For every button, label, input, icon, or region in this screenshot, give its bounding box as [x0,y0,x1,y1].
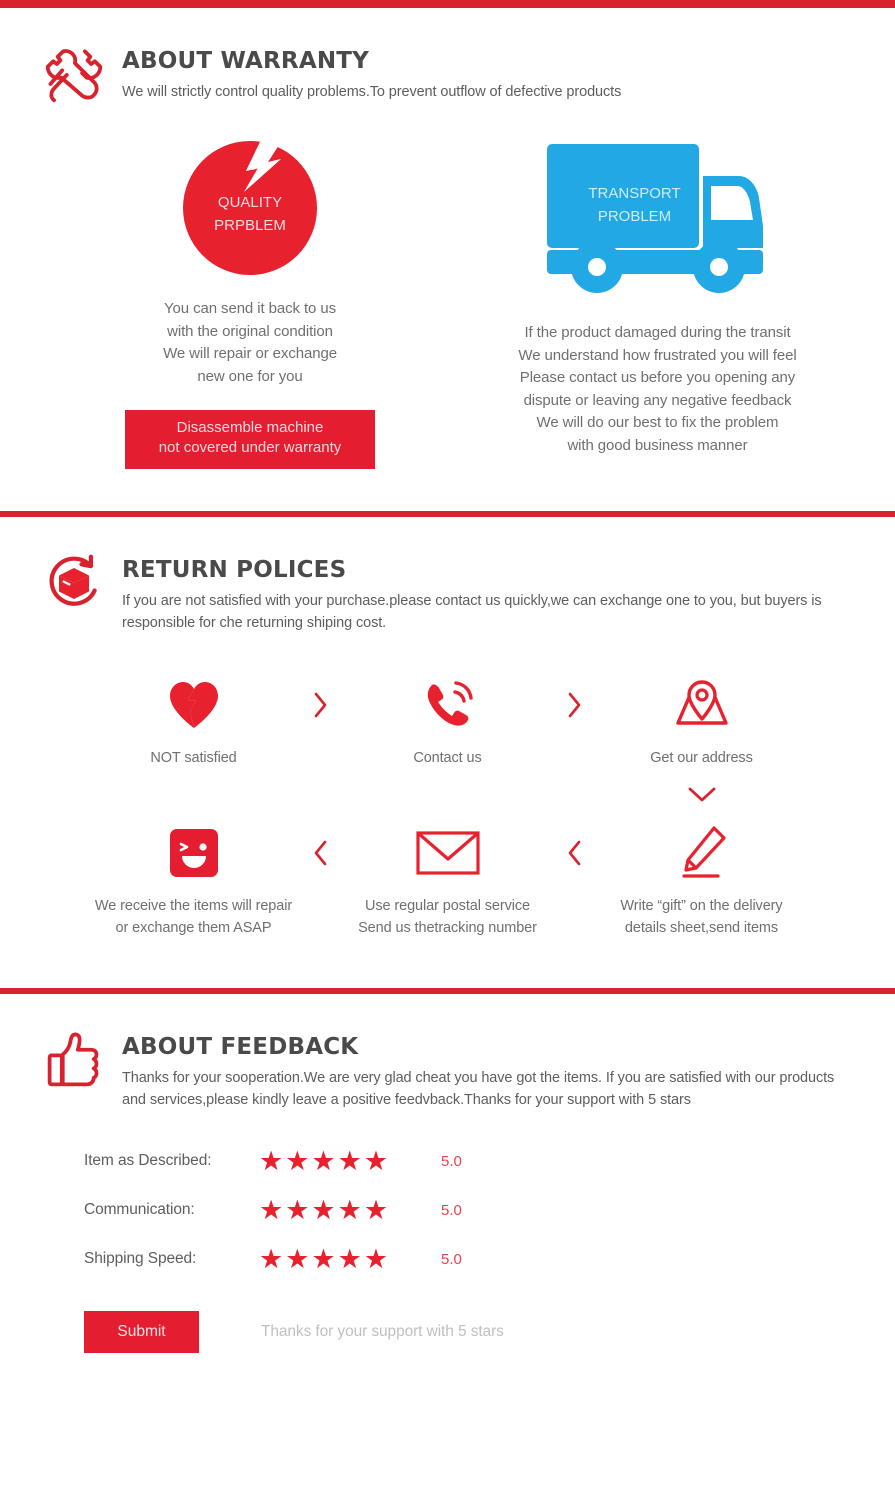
transport-problem-column: TRANSPORT PROBLEM If the product damaged… [460,140,855,469]
warranty-warning-button[interactable]: Disassemble machine not covered under wa… [125,410,375,469]
delivery-truck-icon: TRANSPORT PROBLEM [543,140,773,300]
submit-button[interactable]: Submit [84,1310,199,1353]
flow-step-label: Write “gift” on the delivery details she… [620,898,783,936]
flow-step-label: Use regular postal service Send us thetr… [358,898,537,936]
ratings-list: Item as Described: ★★★★★ 5.0 Communicati… [0,1112,895,1273]
envelope-icon [415,822,480,884]
rating-stars[interactable]: ★★★★★ [259,1147,409,1175]
flow-step-label: Contact us [413,750,482,767]
warranty-warning-line2: not covered under warranty [158,439,342,457]
feedback-title: ABOUT FEEDBACK [122,1033,359,1060]
quality-problem-text: You can send it back to us with the orig… [163,300,337,385]
returns-title: RETURN POLICES [122,556,347,583]
return-polices-section: RETURN POLICES If you are not satisfied … [0,517,895,988]
warranty-subtitle: We will strictly control quality problem… [122,84,622,100]
feedback-subtitle: Thanks for your sooperation.We are very … [122,1069,835,1109]
rating-label: Communication: [84,1201,195,1219]
smiley-face-icon [169,822,219,884]
flow-step-get-address: Get our address [596,674,808,770]
crossed-wrenches-icon [42,42,106,106]
submit-hint-text: Thanks for your support with 5 stars [261,1322,504,1340]
pencil-icon [678,822,726,884]
chevron-left-icon [554,822,596,884]
rating-label: Shipping Speed: [84,1250,197,1268]
about-feedback-section: ABOUT FEEDBACK Thanks for your sooperati… [0,994,895,1397]
flow-step-write-gift: Write “gift” on the delivery details she… [596,822,808,940]
rating-row-shipping-speed: Shipping Speed: ★★★★★ 5.0 [84,1245,855,1273]
returns-header: RETURN POLICES If you are not satisfied … [0,517,895,635]
chevron-right-icon [300,674,342,736]
return-flow-down-arrow-row [0,786,895,804]
return-flow-row-2: We receive the items will repair or exch… [0,822,895,940]
chevron-down-icon [596,786,808,804]
rating-row-communication: Communication: ★★★★★ 5.0 [84,1196,855,1224]
rating-stars[interactable]: ★★★★★ [259,1245,409,1273]
quality-problem-column: QUALITY PRPBLEM You can send it back to … [40,140,460,469]
transport-problem-text: If the product damaged during the transi… [518,324,797,454]
flow-step-not-satisfied: NOT satisfied [88,674,300,770]
flow-step-we-receive-items: We receive the items will repair or exch… [88,822,300,940]
flow-step-label: Get our address [650,750,753,767]
flow-step-label: NOT satisfied [150,750,237,767]
about-warranty-section: ABOUT WARRANTY We will strictly control … [0,8,895,511]
top-accent-bar [0,0,895,8]
warranty-header: ABOUT WARRANTY We will strictly control … [0,8,895,106]
chevron-left-icon [300,822,342,884]
return-flow-row-1: NOT satisfied Contact us Get our address [0,674,895,770]
rating-label: Item as Described: [84,1152,212,1170]
return-box-icon [42,551,106,615]
returns-subtitle: If you are not satisfied with your purch… [122,592,822,631]
feedback-header: ABOUT FEEDBACK Thanks for your sooperati… [0,994,895,1112]
page-title: ABOUT WARRANTY [122,48,370,74]
warranty-warning-line1: Disassemble machine [176,419,324,436]
rating-value: 5.0 [441,1201,462,1219]
broken-heart-icon [167,674,221,736]
flow-step-postal-service: Use regular postal service Send us thetr… [342,822,554,940]
submit-row: Submit Thanks for your support with 5 st… [0,1295,895,1353]
warranty-columns: QUALITY PRPBLEM You can send it back to … [0,106,895,469]
chevron-right-icon [554,674,596,736]
flow-step-contact-us: Contact us [342,674,554,770]
rating-value: 5.0 [441,1152,462,1170]
rating-row-item-as-described: Item as Described: ★★★★★ 5.0 [84,1147,855,1175]
thumbs-up-icon [42,1028,106,1092]
rating-value: 5.0 [441,1250,462,1268]
phone-call-icon [422,674,474,736]
rating-stars[interactable]: ★★★★★ [259,1196,409,1224]
cracked-circle-icon: QUALITY PRPBLEM [182,140,318,276]
flow-step-label: We receive the items will repair or exch… [94,898,293,936]
map-location-pin-icon [670,674,734,736]
